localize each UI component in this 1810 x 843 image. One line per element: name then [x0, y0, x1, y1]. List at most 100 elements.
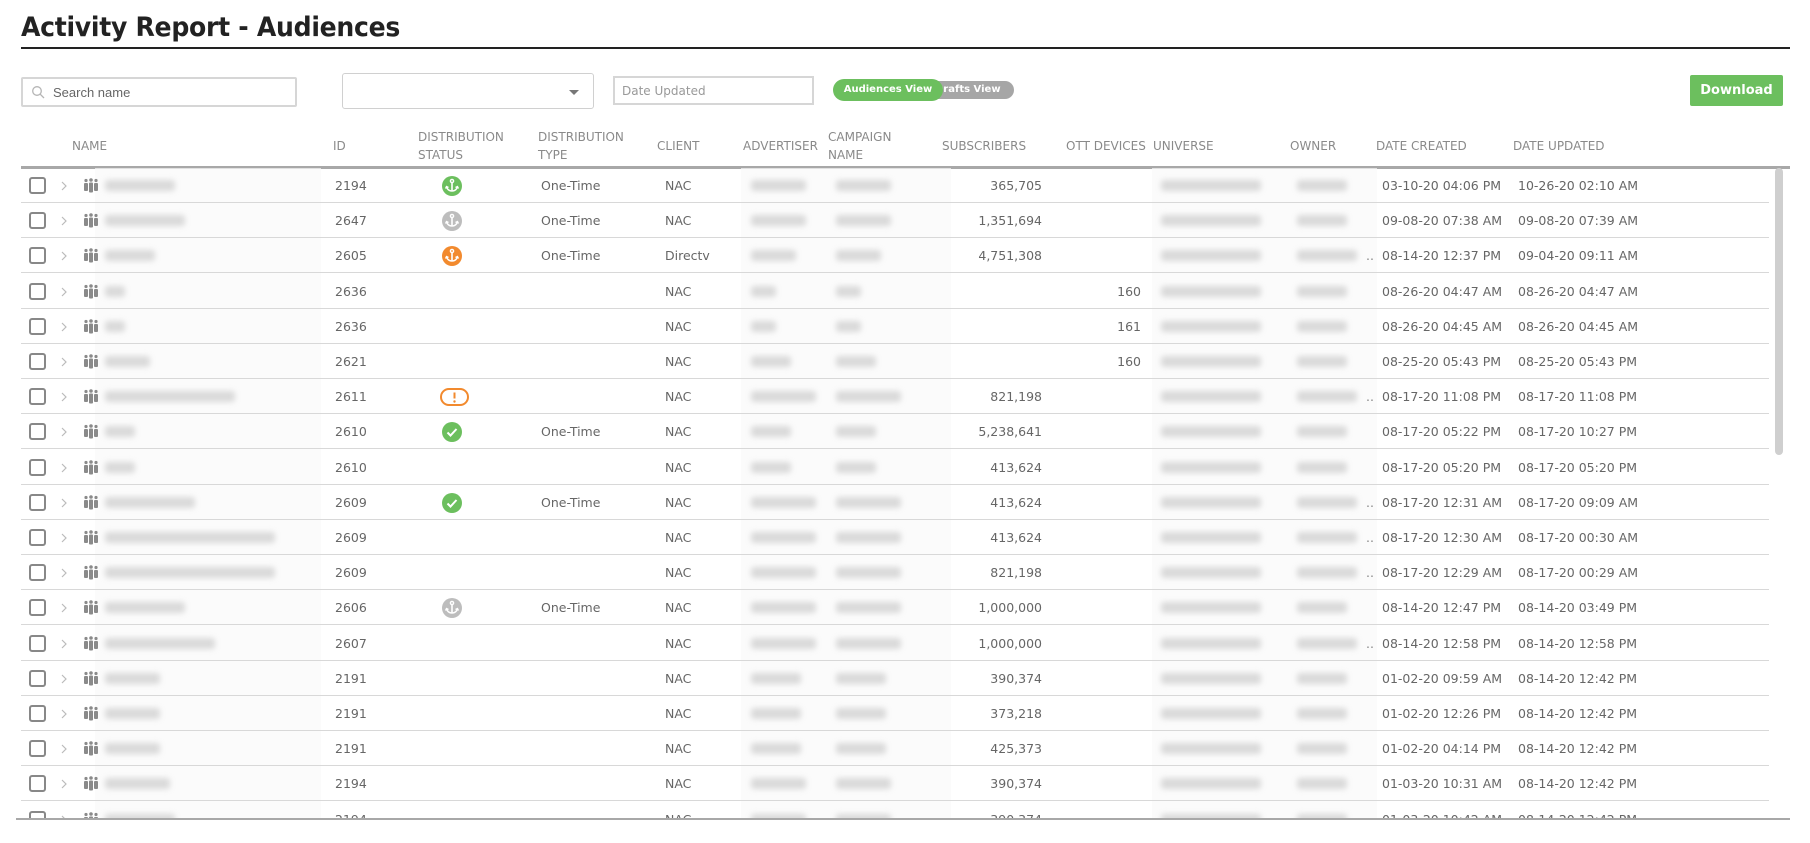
- row-checkbox[interactable]: [29, 318, 46, 335]
- table-row[interactable]: 2647 One-Time NAC 1,351,694 09-08-20 07:…: [21, 203, 1769, 238]
- chevron-right-icon[interactable]: [59, 462, 69, 474]
- row-name-redacted[interactable]: [105, 356, 150, 367]
- row-name-redacted[interactable]: [105, 462, 135, 473]
- row-id: 2605: [335, 248, 367, 263]
- column-header-subscribers[interactable]: SUBSCRIBERS: [942, 137, 1026, 155]
- row-owner-redacted: [1297, 250, 1357, 261]
- column-header-name[interactable]: NAME: [72, 137, 107, 155]
- row-checkbox[interactable]: [29, 177, 46, 194]
- chevron-right-icon[interactable]: [59, 638, 69, 650]
- table-row[interactable]: 2191 NAC 390,374 01-02-20 09:59 AM 08-14…: [21, 661, 1769, 696]
- row-name-redacted[interactable]: [105, 321, 125, 332]
- row-checkbox[interactable]: [29, 564, 46, 581]
- row-checkbox[interactable]: [29, 635, 46, 652]
- table-row[interactable]: 2606 One-Time NAC 1,000,000 08-14-20 12:…: [21, 590, 1769, 625]
- row-id: 2191: [335, 706, 367, 721]
- chevron-right-icon[interactable]: [59, 743, 69, 755]
- search-field[interactable]: [21, 77, 297, 107]
- chevron-right-icon[interactable]: [59, 286, 69, 298]
- row-checkbox[interactable]: [29, 388, 46, 405]
- chevron-right-icon[interactable]: [59, 180, 69, 192]
- chevron-right-icon[interactable]: [59, 215, 69, 227]
- column-header-owner[interactable]: OWNER: [1290, 137, 1336, 155]
- chevron-right-icon[interactable]: [59, 426, 69, 438]
- column-header-client[interactable]: CLIENT: [657, 137, 700, 155]
- column-header-id[interactable]: ID: [333, 137, 346, 155]
- row-name-redacted[interactable]: [105, 638, 215, 649]
- table-row[interactable]: 2191 NAC 373,218 01-02-20 12:26 PM 08-14…: [21, 696, 1769, 731]
- view-toggle[interactable]: Drafts View Audiences View: [833, 79, 1014, 101]
- chevron-right-icon[interactable]: [59, 497, 69, 509]
- chevron-right-icon[interactable]: [59, 356, 69, 368]
- row-name-redacted[interactable]: [105, 391, 235, 402]
- chevron-right-icon[interactable]: [59, 391, 69, 403]
- column-header-date-created[interactable]: DATE CREATED: [1376, 137, 1467, 155]
- row-checkbox[interactable]: [29, 459, 46, 476]
- row-checkbox[interactable]: [29, 705, 46, 722]
- row-name-redacted[interactable]: [105, 567, 275, 578]
- table-row[interactable]: 2610 One-Time NAC 5,238,641 08-17-20 05:…: [21, 414, 1769, 449]
- table-row[interactable]: 2609 NAC 821,198 .. 08-17-20 12:29 AM 08…: [21, 555, 1769, 590]
- chevron-right-icon[interactable]: [59, 250, 69, 262]
- row-checkbox[interactable]: [29, 670, 46, 687]
- row-name-redacted[interactable]: [105, 286, 125, 297]
- row-name-redacted[interactable]: [105, 180, 175, 191]
- chevron-right-icon[interactable]: [59, 708, 69, 720]
- column-header-campaign-name[interactable]: CAMPAIGN NAME: [828, 128, 891, 164]
- row-campaign-redacted: [836, 356, 876, 367]
- filter-select[interactable]: [342, 73, 594, 109]
- row-name-redacted[interactable]: [105, 215, 185, 226]
- table-row[interactable]: 2610 NAC 413,624 08-17-20 05:20 PM 08-17…: [21, 450, 1769, 485]
- date-updated-input[interactable]: [622, 83, 802, 98]
- table-row[interactable]: 2194 One-Time NAC 365,705 03-10-20 04:06…: [21, 168, 1769, 203]
- row-checkbox[interactable]: [29, 775, 46, 792]
- table-row[interactable]: 2191 NAC 425,373 01-02-20 04:14 PM 08-14…: [21, 731, 1769, 766]
- column-header-distribution-type[interactable]: DISTRIBUTION TYPE: [538, 128, 624, 164]
- row-client: Directv: [665, 248, 710, 263]
- table-row[interactable]: 2194 NAC 390,374 01-03-20 10:31 AM 08-14…: [21, 766, 1769, 801]
- table-row[interactable]: 2636 NAC 161 08-26-20 04:45 AM 08-26-20 …: [21, 309, 1769, 344]
- row-checkbox[interactable]: [29, 283, 46, 300]
- table-row[interactable]: 2605 One-Time Directv 4,751,308 .. 08-14…: [21, 238, 1769, 273]
- column-header-advertiser[interactable]: ADVERTISER: [743, 137, 818, 155]
- row-name-redacted[interactable]: [105, 743, 160, 754]
- table-row[interactable]: 2194 NAC 390,374 01-03-20 10:42 AM 08-14…: [21, 802, 1769, 819]
- chevron-right-icon[interactable]: [59, 532, 69, 544]
- row-name-redacted[interactable]: [105, 426, 135, 437]
- chevron-right-icon[interactable]: [59, 321, 69, 333]
- row-name-redacted[interactable]: [105, 250, 155, 261]
- row-checkbox[interactable]: [29, 247, 46, 264]
- column-header-date-updated[interactable]: DATE UPDATED: [1513, 137, 1605, 155]
- row-name-redacted[interactable]: [105, 708, 160, 719]
- chevron-right-icon[interactable]: [59, 778, 69, 790]
- column-header-distribution-status[interactable]: DISTRIBUTION STATUS: [418, 128, 504, 164]
- row-checkbox[interactable]: [29, 599, 46, 616]
- row-checkbox[interactable]: [29, 423, 46, 440]
- table-row[interactable]: 2636 NAC 160 08-26-20 04:47 AM 08-26-20 …: [21, 274, 1769, 309]
- table-row[interactable]: 2611 NAC 821,198 .. 08-17-20 11:08 PM 08…: [21, 379, 1769, 414]
- date-updated-field[interactable]: [613, 76, 814, 105]
- row-checkbox[interactable]: [29, 212, 46, 229]
- chevron-right-icon[interactable]: [59, 673, 69, 685]
- table-row[interactable]: 2609 NAC 413,624 .. 08-17-20 12:30 AM 08…: [21, 520, 1769, 555]
- column-header-ott-devices[interactable]: OTT DEVICES: [1066, 137, 1146, 155]
- row-name-redacted[interactable]: [105, 532, 275, 543]
- row-checkbox[interactable]: [29, 740, 46, 757]
- download-button[interactable]: Download: [1690, 75, 1783, 106]
- column-header-universe[interactable]: UNIVERSE: [1153, 137, 1214, 155]
- row-checkbox[interactable]: [29, 494, 46, 511]
- scrollbar-thumb[interactable]: [1775, 168, 1783, 455]
- row-name-redacted[interactable]: [105, 602, 185, 613]
- row-checkbox[interactable]: [29, 353, 46, 370]
- row-checkbox[interactable]: [29, 529, 46, 546]
- audiences-view-option[interactable]: Audiences View: [833, 79, 943, 101]
- search-input[interactable]: [53, 84, 273, 100]
- chevron-right-icon[interactable]: [59, 602, 69, 614]
- table-row[interactable]: 2609 One-Time NAC 413,624 .. 08-17-20 12…: [21, 485, 1769, 520]
- row-name-redacted[interactable]: [105, 497, 195, 508]
- row-name-redacted[interactable]: [105, 778, 170, 789]
- table-row[interactable]: 2607 NAC 1,000,000 .. 08-14-20 12:58 PM …: [21, 626, 1769, 661]
- chevron-right-icon[interactable]: [59, 567, 69, 579]
- table-row[interactable]: 2621 NAC 160 08-25-20 05:43 PM 08-25-20 …: [21, 344, 1769, 379]
- row-name-redacted[interactable]: [105, 673, 160, 684]
